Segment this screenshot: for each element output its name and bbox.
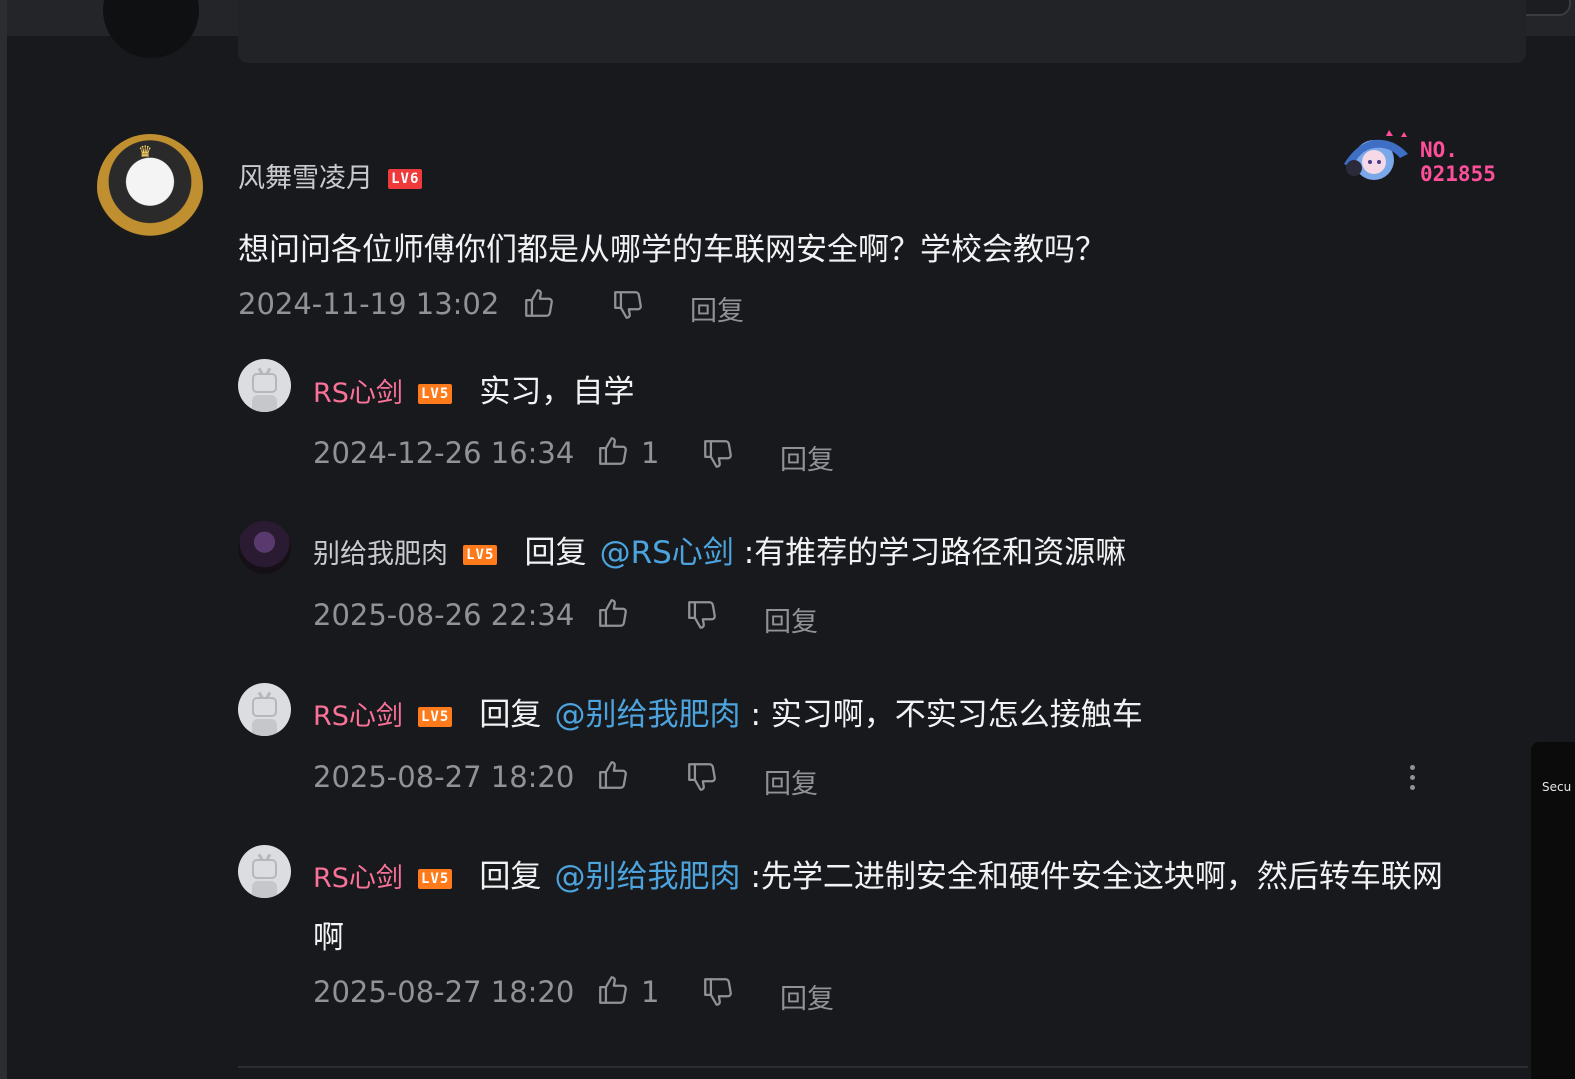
reply-prefix: 回复 [479,697,542,733]
reply-button[interactable]: 回复 [780,438,834,477]
like-icon[interactable] [596,973,630,1007]
reply-text: :有推荐的学习路径和资源嘛 [743,535,1127,571]
reply-text: 实习，自学 [479,374,635,410]
dislike-icon[interactable] [701,437,735,471]
reply-prefix: 回复 [479,859,542,895]
reply-text: :先学二进制安全和硬件安全这块啊，然后转车联网 [750,859,1443,895]
username[interactable]: 别给我肥肉 [313,539,448,570]
reply-prefix: 回复 [524,535,587,571]
reply-text: : 实习啊，不实习怎么接触车 [750,697,1143,733]
like-icon[interactable] [596,434,630,468]
avatar-rs-xinjian[interactable] [238,683,291,736]
mention-link[interactable]: @RS心剑 [600,535,734,571]
reply-3-line: RS心剑 LV5 回复 @别给我肥肉 : 实习啊，不实习怎么接触车 [313,689,1143,734]
avatar-crest: ♛ [138,142,153,161]
reply-button[interactable]: 回复 [690,289,744,328]
more-icon[interactable] [1410,765,1416,795]
reply-time: 2025-08-27 18:20 [313,760,575,794]
previous-comment-avatar[interactable] [103,0,199,58]
dislike-icon[interactable] [685,760,719,794]
username[interactable]: RS心剑 [313,378,403,409]
reply-time: 2025-08-26 22:34 [313,598,575,632]
reply-time: 2025-08-27 18:20 [313,975,575,1009]
previous-comment-box [238,0,1526,63]
reply-2-line: 别给我肥肉 LV5 回复 @RS心剑:有推荐的学习路径和资源嘛 [313,527,1126,572]
level-badge: LV5 [463,545,498,565]
badge-character-icon [1344,130,1408,180]
dislike-icon[interactable] [685,598,719,632]
level-badge: LV5 [418,384,453,404]
badge-no-label: NO. [1420,138,1458,162]
level-badge: LV5 [418,869,453,889]
main-comment-time: 2024-11-19 13:02 [238,287,500,321]
avatar-rs-xinjian[interactable] [238,359,291,412]
dislike-icon[interactable] [611,288,645,322]
reply-1-line: RS心剑 LV5 实习，自学 [313,366,634,411]
dislike-icon[interactable] [701,975,735,1009]
mention-link[interactable]: @别给我肥肉 [554,859,740,895]
level-badge: LV5 [418,707,453,727]
reply-button[interactable]: 回复 [764,600,818,639]
badge-number: NO. 021855 [1420,138,1496,186]
avatar-bie-gei-wo-fei-rou[interactable] [238,521,291,574]
like-count: 1 [641,436,660,470]
fan-badge[interactable]: NO. 021855 [1334,124,1514,190]
divider [238,1066,1528,1068]
avatar-fengwu[interactable]: ♛ [97,134,203,240]
avatar-rs-xinjian[interactable] [238,845,291,898]
side-overlay-panel[interactable]: Secu [1531,742,1575,1079]
username[interactable]: 风舞雪凌月 [238,163,373,194]
like-icon[interactable] [596,596,630,630]
username[interactable]: RS心剑 [313,701,403,732]
reply-4-line: RS心剑 LV5 回复 @别给我肥肉 :先学二进制安全和硬件安全这块啊，然后转车联… [313,851,1443,896]
left-rail [0,0,7,1079]
badge-no-value: 021855 [1420,162,1496,186]
like-icon[interactable] [596,758,630,792]
reply-button[interactable]: 回复 [780,977,834,1016]
main-comment-header: 风舞雪凌月 LV6 [238,156,423,195]
level-badge: LV6 [388,169,423,189]
main-comment-text: 想问问各位师傅你们都是从哪学的车联网安全啊？学校会教吗？ [238,232,1106,268]
reply-button[interactable]: 回复 [764,762,818,801]
reply-time: 2024-12-26 16:34 [313,436,575,470]
like-count: 1 [641,975,660,1009]
side-panel-label: Secu [1542,780,1572,794]
username[interactable]: RS心剑 [313,863,403,894]
like-icon[interactable] [522,286,556,320]
mention-link[interactable]: @别给我肥肉 [554,697,740,733]
reply-text-continued: 啊 [313,920,344,956]
